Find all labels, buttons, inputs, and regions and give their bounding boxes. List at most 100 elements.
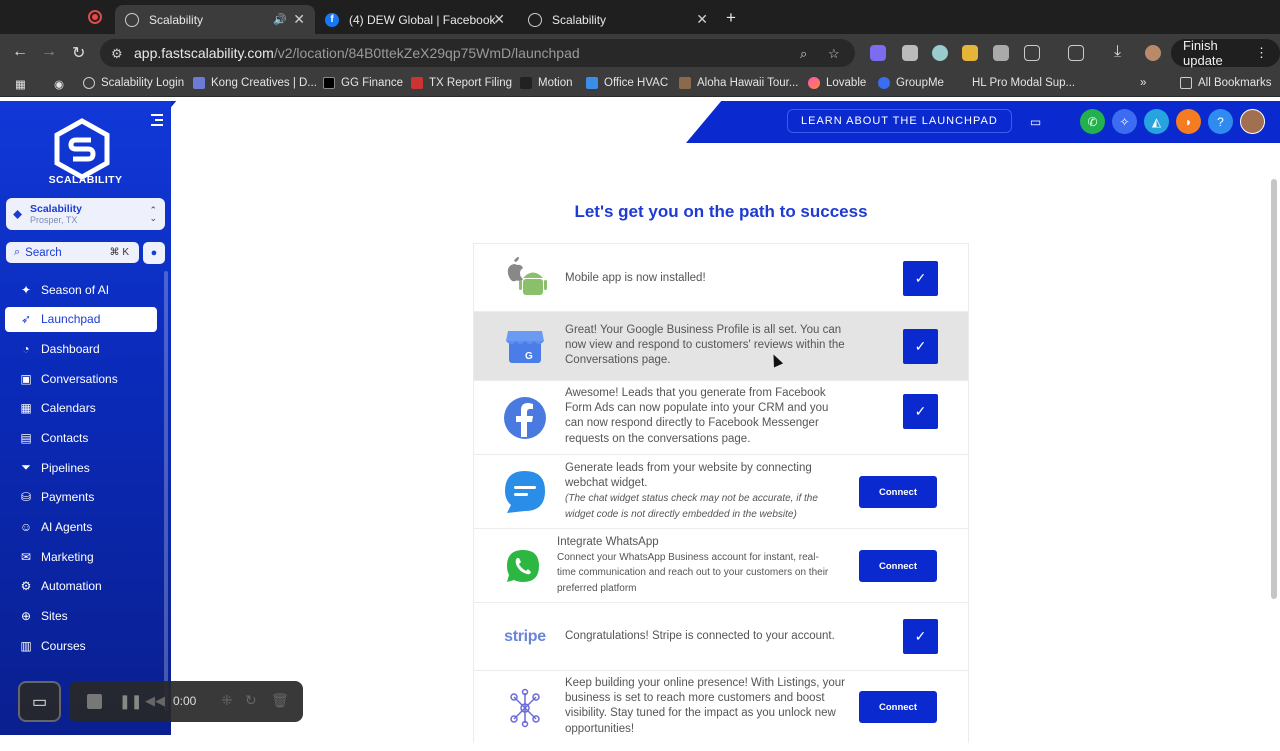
- download-icon[interactable]: ⤓: [1114, 43, 1121, 61]
- bookmark-item[interactable]: GroupMe: [878, 77, 944, 89]
- sidebar-item-sites[interactable]: ⊕ Sites: [5, 604, 157, 629]
- sidebar-item-label: Dashboard: [41, 341, 100, 356]
- search-shortcut: ⌘ K: [109, 247, 129, 258]
- speaker-icon[interactable]: 🔊: [273, 13, 287, 26]
- user-profile-button[interactable]: ●: [143, 242, 165, 264]
- chevron-up-down-icon: ⌃ ⌄: [149, 205, 157, 223]
- extensions-puzzle-icon[interactable]: [1024, 45, 1040, 61]
- learn-about-launchpad-button[interactable]: LEARN ABOUT THE LAUNCHPAD: [787, 109, 1012, 133]
- connect-listings-button[interactable]: Connect: [859, 691, 937, 723]
- location-switcher[interactable]: ⬥ Scalability Prosper, TX ⌃ ⌄: [6, 198, 165, 230]
- back-icon[interactable]: ←: [12, 43, 28, 61]
- bookmark-label: Scalability Login: [101, 77, 185, 89]
- ai-assist-icon[interactable]: ✧: [1112, 109, 1137, 134]
- sidebar-item-marketing[interactable]: ✉ Marketing: [5, 544, 157, 569]
- sidebar-item-pipelines[interactable]: ⏷ Pipelines: [5, 455, 157, 480]
- extension-icon[interactable]: [902, 45, 918, 61]
- facebook-icon: [502, 395, 548, 441]
- extension-icon[interactable]: [870, 45, 886, 61]
- groupme-favicon-icon: [878, 77, 890, 89]
- user-avatar[interactable]: [1240, 109, 1265, 134]
- sidebar-item-launchpad[interactable]: ➶ Launchpad: [5, 306, 157, 332]
- bookmark-label: Office HVAC: [604, 77, 669, 89]
- profile-avatar[interactable]: [1145, 45, 1161, 61]
- sidebar-item-label: Calendars: [41, 401, 96, 416]
- bookmark-item[interactable]: GG Finance: [323, 77, 403, 89]
- notification-bell-icon[interactable]: ◗: [1176, 109, 1201, 134]
- bookmark-item[interactable]: Aloha Hawaii Tour...: [679, 77, 798, 89]
- globe-bookmark-icon[interactable]: ◉: [54, 77, 64, 91]
- sidebar-item-automation[interactable]: ⚙ Automation: [5, 574, 157, 599]
- sidebar-item-ai-agents[interactable]: ☺ AI Agents: [5, 515, 157, 540]
- bookmark-label: Motion: [538, 77, 573, 89]
- bookmark-item[interactable]: Scalability Login: [83, 77, 184, 89]
- header-white-wedge: [171, 101, 722, 143]
- sidebar-item-conversations[interactable]: ▣ Conversations: [5, 366, 157, 391]
- stop-recording-icon[interactable]: [87, 694, 102, 709]
- close-tab-icon[interactable]: ✕: [696, 11, 708, 28]
- sidebar-item-courses[interactable]: ▥ Courses: [5, 633, 157, 658]
- close-tab-icon[interactable]: ✕: [493, 11, 505, 28]
- more-bookmarks-icon[interactable]: »: [1140, 77, 1146, 89]
- tab-scalability[interactable]: Scalability ✕: [518, 5, 718, 34]
- bookmark-item[interactable]: TX Report Filing: [411, 77, 512, 89]
- restart-icon[interactable]: ↻: [245, 692, 257, 709]
- help-icon[interactable]: ?: [1208, 109, 1233, 134]
- connect-whatsapp-button[interactable]: Connect: [859, 550, 937, 582]
- more-menu-icon[interactable]: ⋮: [1255, 45, 1268, 61]
- close-tab-icon[interactable]: ✕: [293, 11, 305, 28]
- bookmark-item[interactable]: Lovable: [808, 77, 866, 89]
- forward-icon[interactable]: →: [41, 43, 57, 61]
- sidebar-item-season-of-ai[interactable]: ✦ Season of AI: [5, 277, 157, 302]
- collapse-menu-icon[interactable]: [151, 114, 163, 129]
- aloha-favicon-icon: [679, 77, 691, 89]
- reload-icon[interactable]: ↻: [72, 43, 85, 63]
- sidebar-item-label: Sites: [41, 609, 68, 624]
- bookmark-star-icon[interactable]: ☆: [828, 46, 840, 62]
- bookmark-item[interactable]: Office HVAC: [586, 77, 668, 89]
- media-icon[interactable]: [1068, 45, 1084, 61]
- camera-extension-icon[interactable]: [993, 45, 1009, 61]
- tab-facebook[interactable]: f (4) DEW Global | Facebook ✕: [315, 5, 515, 34]
- phone-icon[interactable]: ✆: [1080, 109, 1105, 134]
- zoom-icon[interactable]: ⌕: [800, 46, 807, 62]
- launchpad-checklist: Mobile app is now installed! ✓ G Great! …: [473, 243, 969, 743]
- sidebar-item-payments[interactable]: ⛁ Payments: [5, 485, 157, 510]
- search-input[interactable]: ⌕ Search ⌘ K: [6, 242, 139, 263]
- all-bookmarks[interactable]: All Bookmarks: [1180, 77, 1272, 89]
- trash-icon[interactable]: 🗑: [271, 692, 289, 709]
- extension-icon[interactable]: [962, 45, 978, 61]
- sidebar-item-calendars[interactable]: ▦ Calendars: [5, 396, 157, 421]
- site-info-icon[interactable]: ⚙: [111, 46, 123, 62]
- extension-icon[interactable]: [932, 45, 948, 61]
- gauge-icon: ◔: [22, 341, 30, 356]
- pause-icon[interactable]: ❚❚: [119, 693, 142, 710]
- url-host: app.fastscalability.com: [134, 45, 274, 61]
- rewind-icon[interactable]: ◀◀: [145, 693, 165, 709]
- sidebar-item-label: Automation: [41, 579, 102, 594]
- grid-icon[interactable]: ⁜: [221, 692, 233, 709]
- bookmark-item[interactable]: Motion: [520, 77, 573, 89]
- apps-grid-icon[interactable]: ▦: [15, 77, 26, 91]
- sidebar-item-label: Courses: [41, 638, 86, 653]
- chat-widget-icon[interactable]: ▭: [1023, 109, 1048, 134]
- bookmark-item[interactable]: Kong Creatives | D...: [193, 77, 317, 89]
- calendar-icon: ▦: [20, 401, 32, 416]
- finish-update-button[interactable]: Finish update ⋮: [1171, 38, 1280, 68]
- megaphone-icon[interactable]: ◭: [1144, 109, 1169, 134]
- stripe-logo-text: stripe: [504, 628, 546, 645]
- sidebar-item-dashboard[interactable]: ◔ Dashboard: [5, 336, 157, 361]
- sidebar-item-contacts[interactable]: ▤ Contacts: [5, 425, 157, 450]
- list-item-webchat: Generate leads from your website by conn…: [474, 455, 968, 529]
- url-input[interactable]: ⚙ app.fastscalability.com/v2/location/84…: [100, 39, 855, 67]
- bookmark-item[interactable]: HL Pro Modal Sup...: [972, 77, 1075, 89]
- chat-icon: ▣: [20, 371, 32, 386]
- folder-icon: [1180, 77, 1192, 89]
- connect-webchat-button[interactable]: Connect: [859, 476, 937, 508]
- tab-scalability-active[interactable]: Scalability 🔊 ✕: [115, 5, 315, 34]
- new-tab-icon[interactable]: +: [726, 8, 736, 28]
- main-scrollbar[interactable]: [1271, 179, 1277, 599]
- recorder-camera-button[interactable]: ▭: [18, 681, 61, 722]
- sidebar-scrollbar[interactable]: [164, 271, 168, 711]
- sidebar-item-label: Season of AI: [41, 282, 110, 297]
